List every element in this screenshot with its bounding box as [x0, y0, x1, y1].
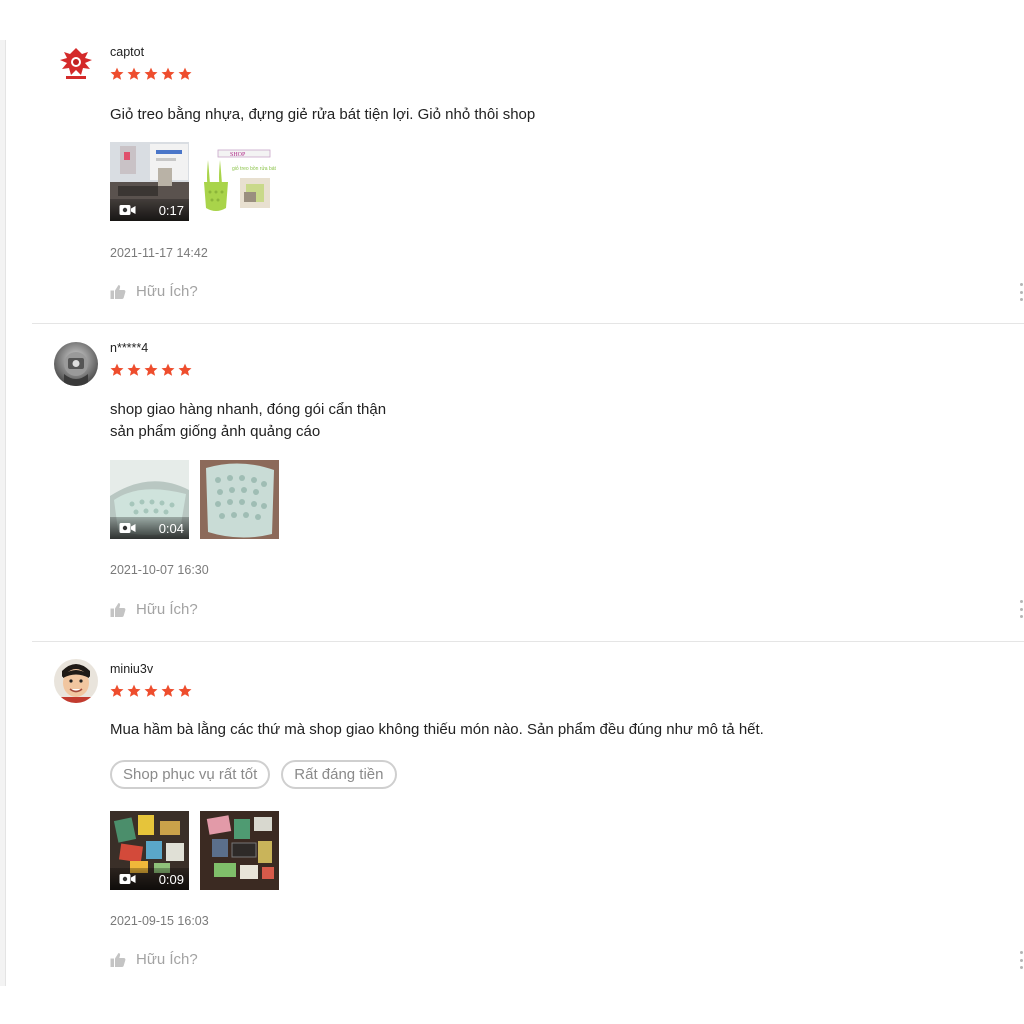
helpful-label: Hữu Ích? — [136, 951, 198, 968]
helpful-button[interactable]: Hữu Ích? — [110, 951, 198, 968]
comment-line: Mua hầm bà lằng các thứ mà shop giao khô… — [110, 721, 764, 738]
more-options-icon[interactable] — [1020, 600, 1024, 618]
review-date: 2021-10-07 16:30 — [110, 563, 209, 577]
video-thumbnail[interactable]: 0:04 — [110, 460, 189, 539]
more-options-icon[interactable] — [1020, 283, 1024, 301]
review-date: 2021-11-17 14:42 — [110, 246, 208, 260]
star-icon — [144, 67, 158, 80]
star-icon — [110, 684, 124, 697]
video-duration: 0:04 — [158, 520, 184, 536]
video-duration: 0:17 — [158, 202, 184, 218]
review-comment: shop giao hàng nhanh, đóng gói cẩn thận … — [110, 399, 386, 443]
helpful-label: Hữu Ích? — [136, 283, 198, 300]
review-media: 0:17 SHOP giỏ treo bồn rửa bát — [110, 142, 279, 221]
star-icon — [127, 67, 141, 80]
star-icon — [161, 684, 175, 697]
review-tag[interactable]: Shop phục vụ rất tốt — [110, 760, 271, 789]
star-icon — [127, 363, 141, 376]
star-icon — [127, 684, 141, 697]
more-options-icon[interactable] — [1020, 951, 1024, 969]
avatar[interactable] — [54, 659, 98, 703]
star-icon — [178, 684, 192, 697]
reviewer-username: captot — [110, 45, 145, 59]
video-thumbnail[interactable]: 0:09 — [110, 811, 189, 890]
review-comment: Giỏ treo bằng nhựa, đựng giẻ rửa bát tiệ… — [110, 104, 535, 126]
thumbs-up-icon — [110, 602, 126, 617]
image-thumbnail[interactable] — [200, 460, 279, 539]
comment-line: Giỏ treo bằng nhựa, đựng giẻ rửa bát tiệ… — [110, 106, 536, 123]
comment-line: sản phẩm giống ảnh quảng cáo — [110, 423, 321, 440]
image-thumbnail[interactable] — [200, 811, 279, 890]
review-tags: Shop phục vụ rất tốt Rất đáng tiền — [110, 760, 397, 789]
star-icon — [178, 363, 192, 376]
review-media: 0:09 — [110, 811, 279, 890]
product-caption-text: giỏ treo bồn rửa bát — [232, 165, 277, 172]
star-icon — [110, 67, 124, 80]
star-icon — [144, 684, 158, 697]
review-item: n*****4 shop giao hàng nhanh, đóng gói c… — [32, 325, 1024, 642]
video-duration-bar: 0:09 — [110, 868, 189, 890]
avatar[interactable] — [54, 342, 98, 386]
comment-line: shop giao hàng nhanh, đóng gói cẩn thận — [110, 401, 387, 418]
video-camera-icon — [119, 523, 136, 533]
video-duration-bar: 0:04 — [110, 517, 189, 539]
star-icon — [144, 363, 158, 376]
star-icon — [161, 363, 175, 376]
review-comment: Mua hầm bà lằng các thứ mà shop giao khô… — [110, 719, 764, 741]
avatar[interactable] — [54, 42, 98, 86]
helpful-button[interactable]: Hữu Ích? — [110, 283, 198, 300]
helpful-button[interactable]: Hữu Ích? — [110, 601, 198, 618]
rating-stars — [110, 684, 192, 698]
thumbs-up-icon — [110, 284, 126, 299]
review-item: miniu3v Mua hầm bà lằng các thứ mà shop … — [32, 643, 1024, 986]
reviewer-username: miniu3v — [110, 662, 154, 676]
rating-stars — [110, 67, 192, 81]
image-thumbnail[interactable]: SHOP giỏ treo bồn rửa bát — [200, 142, 279, 221]
star-icon — [161, 67, 175, 80]
rating-stars — [110, 363, 192, 377]
video-duration-bar: 0:17 — [110, 199, 189, 221]
thumbs-up-icon — [110, 952, 126, 967]
star-icon — [110, 363, 124, 376]
left-scroll-rail — [0, 40, 6, 986]
helpful-label: Hữu Ích? — [136, 601, 198, 618]
reviewer-username: n*****4 — [110, 341, 149, 355]
video-camera-icon — [119, 205, 136, 215]
star-icon — [178, 67, 192, 80]
review-tag[interactable]: Rất đáng tiền — [281, 760, 397, 789]
video-camera-icon — [119, 874, 136, 884]
video-thumbnail[interactable]: 0:17 — [110, 142, 189, 221]
review-item: captot Giỏ treo bằng nhựa, đựng giẻ rửa … — [32, 40, 1024, 324]
shop-logo-text: SHOP — [230, 152, 246, 158]
video-duration: 0:09 — [158, 871, 184, 887]
review-media: 0:04 — [110, 460, 279, 539]
review-date: 2021-09-15 16:03 — [110, 914, 209, 928]
